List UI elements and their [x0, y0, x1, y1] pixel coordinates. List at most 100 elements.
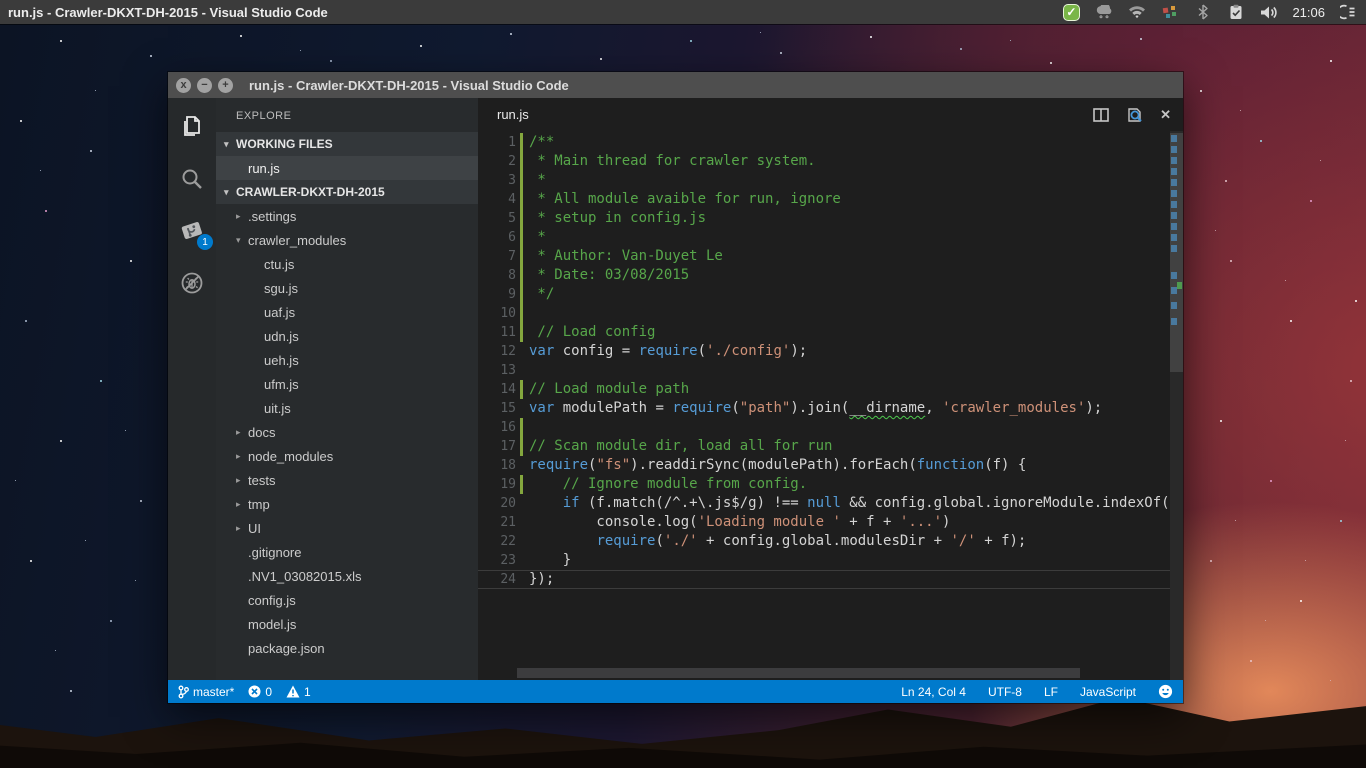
code-line-9[interactable]: 9 */	[478, 285, 1183, 304]
horizontal-scrollbar[interactable]	[517, 668, 1080, 678]
overview-change-mark	[1171, 272, 1177, 279]
diff-added-indicator	[520, 171, 523, 190]
code-line-16[interactable]: 16	[478, 418, 1183, 437]
code-line-12[interactable]: 12var config = require('./config');	[478, 342, 1183, 361]
cloud-weather-icon[interactable]	[1094, 2, 1114, 22]
code-line-4[interactable]: 4 * All module avaible for run, ignore	[478, 190, 1183, 209]
tree-item-tmp[interactable]: ▸tmp	[216, 492, 478, 516]
file-tree: ▸.settings▾crawler_modulesctu.jssgu.jsua…	[216, 204, 478, 660]
code-line-17[interactable]: 17// Scan module dir, load all for run	[478, 437, 1183, 456]
network-hub-icon[interactable]	[1160, 2, 1180, 22]
working-file-run.js[interactable]: run.js	[216, 156, 478, 180]
open-preview-icon[interactable]	[1126, 107, 1143, 123]
code-line-8[interactable]: 8 * Date: 03/08/2015	[478, 266, 1183, 285]
tree-item-config.js[interactable]: config.js	[216, 588, 478, 612]
eol-indicator[interactable]: LF	[1044, 685, 1058, 699]
root-folder-header[interactable]: ▾ CRAWLER-DKXT-DH-2015	[216, 180, 478, 204]
volume-icon[interactable]	[1259, 2, 1279, 22]
code-line-24[interactable]: 24});	[478, 570, 1183, 589]
tree-item-model.js[interactable]: model.js	[216, 612, 478, 636]
encoding-indicator[interactable]: UTF-8	[988, 685, 1022, 699]
code-line-7[interactable]: 7 * Author: Van-Duyet Le	[478, 247, 1183, 266]
tree-item-.settings[interactable]: ▸.settings	[216, 204, 478, 228]
window-titlebar[interactable]: x − + run.js - Crawler-DKXT-DH-2015 - Vi…	[168, 72, 1183, 98]
vscode-window: x − + run.js - Crawler-DKXT-DH-2015 - Vi…	[168, 72, 1183, 703]
close-button[interactable]: x	[176, 78, 191, 93]
warning-count[interactable]: 1	[286, 685, 311, 699]
code-line-13[interactable]: 13	[478, 361, 1183, 380]
updater-check-icon[interactable]: ✓	[1061, 2, 1081, 22]
working-files-header[interactable]: ▾ WORKING FILES	[216, 132, 478, 156]
diff-added-indicator	[520, 228, 523, 247]
code-line-10[interactable]: 10	[478, 304, 1183, 323]
overview-change-mark	[1171, 201, 1177, 208]
bluetooth-icon[interactable]	[1193, 2, 1213, 22]
overview-change-mark	[1171, 190, 1177, 197]
diff-added-indicator	[520, 247, 523, 266]
diff-added-indicator	[520, 152, 523, 171]
overview-green-mark	[1177, 282, 1182, 289]
tree-item-uaf.js[interactable]: uaf.js	[216, 300, 478, 324]
feedback-smiley-icon[interactable]	[1158, 684, 1173, 699]
code-line-21[interactable]: 21 console.log('Loading module ' + f + '…	[478, 513, 1183, 532]
code-line-15[interactable]: 15var modulePath = require("path").join(…	[478, 399, 1183, 418]
tree-item-ctu.js[interactable]: ctu.js	[216, 252, 478, 276]
code-line-11[interactable]: 11 // Load config	[478, 323, 1183, 342]
split-editor-icon[interactable]	[1093, 108, 1109, 122]
code-line-5[interactable]: 5 * setup in config.js	[478, 209, 1183, 228]
sidebar-explorer: EXPLORE ▾ WORKING FILES run.js ▾ CRAWLER…	[216, 98, 478, 680]
code-line-14[interactable]: 14// Load module path	[478, 380, 1183, 399]
overview-ruler[interactable]	[1170, 131, 1183, 680]
minimize-button[interactable]: −	[197, 78, 212, 93]
code-line-3[interactable]: 3 *	[478, 171, 1183, 190]
session-power-icon[interactable]	[1338, 2, 1358, 22]
status-bar: master* 0 1 Ln 24, Col 4 UTF-8 LF JavaSc…	[168, 680, 1183, 703]
code-line-1[interactable]: 1/**	[478, 133, 1183, 152]
tree-item-.gitignore[interactable]: .gitignore	[216, 540, 478, 564]
overview-change-mark	[1171, 318, 1177, 325]
code-line-18[interactable]: 18require("fs").readdirSync(modulePath).…	[478, 456, 1183, 475]
tree-item-ueh.js[interactable]: ueh.js	[216, 348, 478, 372]
clock[interactable]: 21:06	[1292, 5, 1325, 20]
overview-change-mark	[1171, 245, 1177, 252]
close-editor-icon[interactable]: ✕	[1160, 107, 1171, 123]
branch-indicator[interactable]: master*	[178, 685, 234, 699]
tree-item-package.json[interactable]: package.json	[216, 636, 478, 660]
code-line-19[interactable]: 19 // Ignore module from config.	[478, 475, 1183, 494]
error-count[interactable]: 0	[248, 685, 272, 699]
code-line-6[interactable]: 6 *	[478, 228, 1183, 247]
tree-item-sgu.js[interactable]: sgu.js	[216, 276, 478, 300]
tree-item-docs[interactable]: ▸docs	[216, 420, 478, 444]
code-line-2[interactable]: 2 * Main thread for crawler system.	[478, 152, 1183, 171]
diff-added-indicator	[520, 475, 523, 494]
tree-item-ufm.js[interactable]: ufm.js	[216, 372, 478, 396]
clipboard-icon[interactable]	[1226, 2, 1246, 22]
activity-debug-icon[interactable]	[177, 268, 207, 298]
code-editor[interactable]: 1/**2 * Main thread for crawler system.3…	[478, 131, 1183, 680]
activity-git-icon[interactable]: 1	[177, 216, 207, 246]
overview-change-mark	[1171, 168, 1177, 175]
activity-search-icon[interactable]	[177, 164, 207, 194]
tree-item-UI[interactable]: ▸UI	[216, 516, 478, 540]
chevron-right-icon: ▸	[236, 523, 248, 534]
wifi-icon[interactable]	[1127, 2, 1147, 22]
chevron-down-icon: ▾	[224, 187, 236, 198]
tree-item-tests[interactable]: ▸tests	[216, 468, 478, 492]
code-line-23[interactable]: 23 }	[478, 551, 1183, 570]
tree-item-.NV1_03082015.xls[interactable]: .NV1_03082015.xls	[216, 564, 478, 588]
maximize-button[interactable]: +	[218, 78, 233, 93]
tree-item-crawler_modules[interactable]: ▾crawler_modules	[216, 228, 478, 252]
tree-item-uit.js[interactable]: uit.js	[216, 396, 478, 420]
system-panel: run.js - Crawler-DKXT-DH-2015 - Visual S…	[0, 0, 1366, 24]
editor-tab-label[interactable]: run.js	[497, 107, 529, 122]
tree-item-udn.js[interactable]: udn.js	[216, 324, 478, 348]
cursor-position[interactable]: Ln 24, Col 4	[901, 685, 966, 699]
language-indicator[interactable]: JavaScript	[1080, 685, 1136, 699]
activity-explorer-icon[interactable]	[177, 112, 207, 142]
code-line-22[interactable]: 22 require('./' + config.global.modulesD…	[478, 532, 1183, 551]
diff-added-indicator	[520, 285, 523, 304]
code-line-20[interactable]: 20 if (f.match(/^.+\.js$/g) !== null && …	[478, 494, 1183, 513]
sidebar-title: EXPLORE	[216, 98, 478, 132]
tree-item-node_modules[interactable]: ▸node_modules	[216, 444, 478, 468]
activity-bar: 1	[168, 98, 216, 680]
